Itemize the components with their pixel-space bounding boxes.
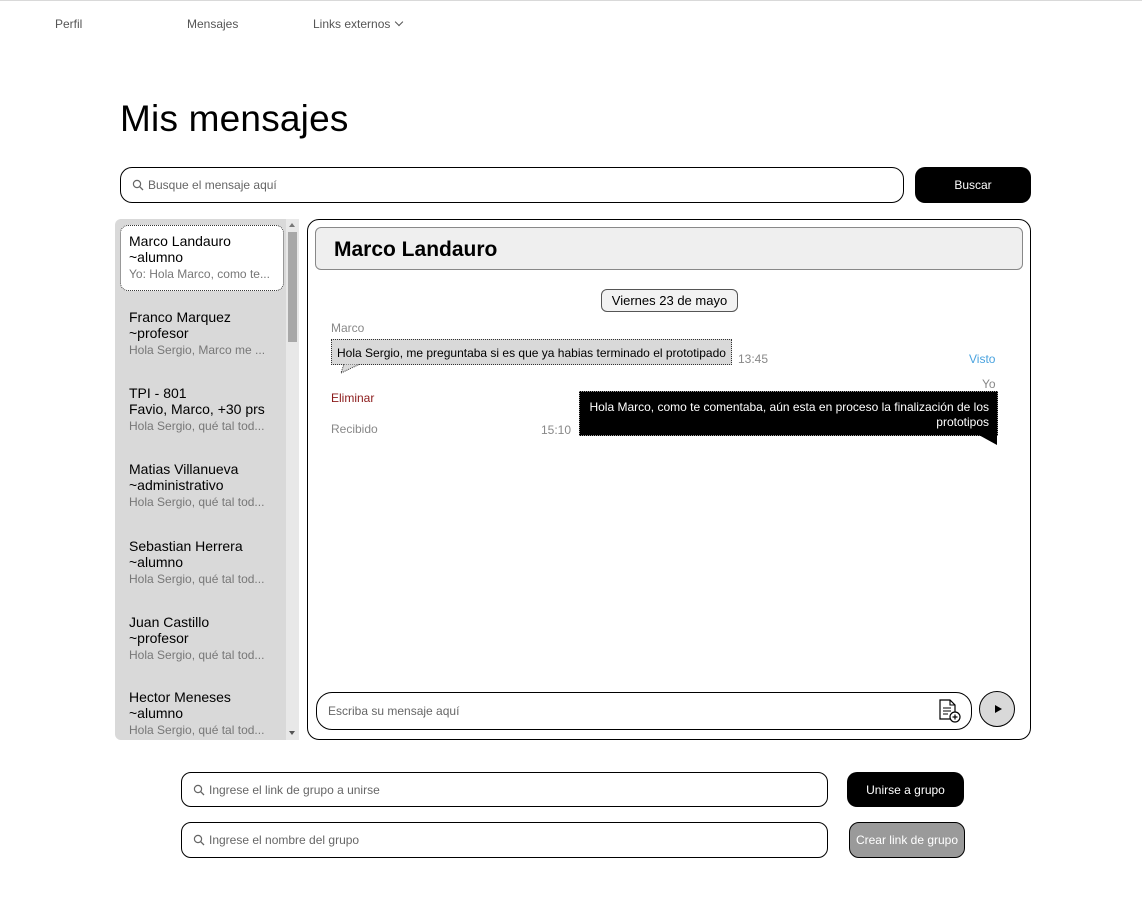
nav-links-externos[interactable]: Links externos (313, 17, 404, 31)
join-group-box (181, 772, 828, 807)
conversation-role: ~alumno (129, 554, 184, 570)
conversation-role: ~profesor (129, 325, 189, 341)
conversation-preview: Hola Sergio, qué tal tod... (129, 419, 265, 433)
search-icon (193, 834, 205, 846)
join-group-button[interactable]: Unirse a grupo (847, 772, 964, 807)
search-icon (193, 784, 205, 795)
chat-header: Marco Landauro (315, 227, 1023, 270)
message-search-input[interactable] (148, 178, 903, 192)
conversation-preview: Yo: Hola Marco, como te... (129, 267, 270, 281)
conversation-name: Hector Meneses (129, 689, 231, 705)
send-button[interactable] (979, 691, 1015, 727)
message-search-box (120, 167, 904, 203)
conversation-preview: Hola Sergio, qué tal tod... (129, 572, 265, 586)
conversation-name: Matias Villanueva (129, 461, 239, 477)
conversation-preview: Hola Sergio, Marco me ... (129, 343, 266, 357)
outgoing-sender: Yo (982, 377, 996, 391)
conversation-item-tpi-801[interactable]: TPI - 801 Favio, Marco, +30 prs Hola Ser… (121, 385, 283, 434)
read-status: Visto (969, 352, 996, 366)
outgoing-message-bubble[interactable]: Hola Marco, como te comentaba, aún esta … (579, 391, 998, 436)
send-icon (994, 705, 1002, 713)
conversation-role: ~alumno (129, 705, 184, 721)
conversation-item-sebastian-herrera[interactable]: Sebastian Herrera ~alumno Hola Sergio, q… (121, 538, 283, 587)
top-divider (0, 0, 1142, 1)
incoming-time: 13:45 (738, 352, 769, 366)
conversation-item-franco-marquez[interactable]: Franco Marquez ~profesor Hola Sergio, Ma… (121, 309, 283, 358)
conversation-item-juan-castillo[interactable]: Juan Castillo ~profesor Hola Sergio, qué… (121, 614, 283, 663)
compose-box (316, 692, 972, 730)
chat-contact-name: Marco Landauro (334, 238, 498, 261)
search-button[interactable]: Buscar (915, 167, 1031, 203)
incoming-sender: Marco (331, 321, 365, 335)
conversation-role: ~alumno (129, 249, 184, 265)
incoming-message-text: Hola Sergio, me preguntaba si es que ya … (337, 346, 726, 360)
conversation-preview: Hola Sergio, qué tal tod... (129, 648, 265, 662)
group-name-input[interactable] (209, 833, 827, 847)
chevron-down-icon (395, 17, 404, 27)
nav-perfil[interactable]: Perfil (55, 17, 82, 31)
conversation-preview: Hola Sergio, qué tal tod... (129, 495, 265, 509)
conversation-role: Favio, Marco, +30 prs (129, 401, 265, 417)
delete-message-link[interactable]: Eliminar (331, 391, 374, 405)
conversation-preview: Hola Sergio, qué tal tod... (129, 723, 265, 737)
conversation-scrollbar-thumb[interactable] (288, 232, 297, 342)
attach-file-icon[interactable] (936, 698, 962, 724)
outgoing-status: Recibido (331, 422, 378, 436)
search-icon (132, 179, 144, 191)
page-title: Mis mensajes (120, 98, 349, 139)
outgoing-message-text: Hola Marco, como te comentaba, aún esta … (589, 400, 989, 429)
scroll-down-arrow-icon[interactable] (289, 731, 295, 735)
conversation-item-marco-landauro[interactable]: Marco Landauro ~alumno Yo: Hola Marco, c… (120, 225, 284, 291)
outgoing-bubble-tail-icon (977, 434, 997, 445)
nav-links-externos-label: Links externos (313, 17, 391, 31)
group-name-box (181, 822, 828, 858)
scroll-up-arrow-icon[interactable] (289, 223, 295, 227)
conversation-role: ~administrativo (129, 477, 224, 493)
conversation-name: Marco Landauro (129, 233, 231, 249)
join-group-input[interactable] (209, 782, 827, 797)
compose-input[interactable] (328, 704, 971, 718)
incoming-bubble-tail-icon (340, 364, 361, 374)
conversation-name: Franco Marquez (129, 309, 231, 325)
incoming-message-bubble[interactable]: Hola Sergio, me preguntaba si es que ya … (331, 339, 732, 365)
create-group-link-button[interactable]: Crear link de grupo (849, 822, 965, 858)
conversation-role: ~profesor (129, 630, 189, 646)
outgoing-time: 15:10 (541, 423, 572, 437)
conversation-item-matias-villanueva[interactable]: Matias Villanueva ~administrativo Hola S… (121, 461, 283, 510)
conversation-name: TPI - 801 (129, 385, 187, 401)
nav-mensajes[interactable]: Mensajes (187, 17, 238, 31)
date-separator: Viernes 23 de mayo (601, 289, 738, 312)
conversation-name: Sebastian Herrera (129, 538, 243, 554)
conversation-name: Juan Castillo (129, 614, 210, 630)
conversation-item-hector-meneses[interactable]: Hector Meneses ~alumno Hola Sergio, qué … (121, 689, 283, 738)
conversation-list: Marco Landauro ~alumno Yo: Hola Marco, c… (115, 219, 299, 740)
